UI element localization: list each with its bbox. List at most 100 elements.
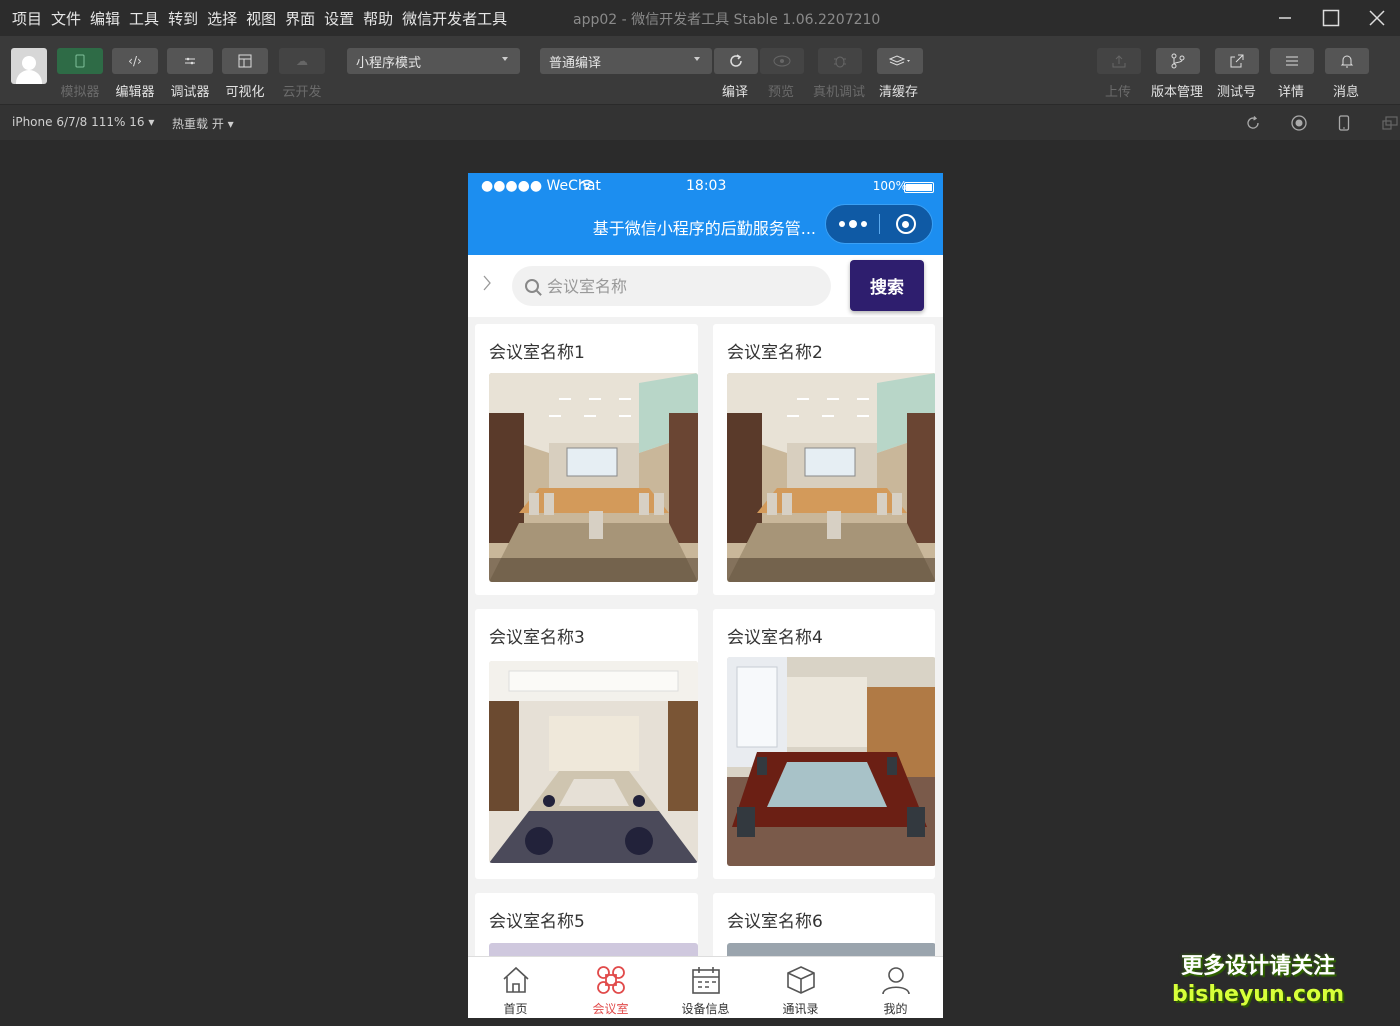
test-id-label: 测试号 — [1217, 85, 1257, 100]
preview-button[interactable] — [760, 48, 804, 74]
visual-button[interactable]: 可视化 — [222, 48, 268, 100]
menu-edit[interactable]: 编辑 — [90, 8, 120, 29]
search-box[interactable] — [512, 266, 831, 306]
code-icon: ‹/› — [112, 48, 158, 74]
maximize-button[interactable] — [1308, 0, 1354, 36]
record-icon[interactable] — [1289, 113, 1309, 133]
menu-interface[interactable]: 界面 — [285, 8, 315, 29]
room-image — [489, 373, 698, 582]
tab-label: 首页 — [503, 1002, 528, 1016]
messages-label: 消息 — [1333, 85, 1360, 100]
room-card[interactable]: 会议室名称1 — [475, 324, 698, 595]
menu-view[interactable]: 视图 — [246, 8, 276, 29]
bell-icon — [1340, 55, 1354, 68]
avatar[interactable] — [11, 48, 47, 84]
tab-label: 设备信息 — [681, 1002, 730, 1016]
room-card[interactable]: 会议室名称5 — [475, 893, 698, 963]
calendar-icon — [691, 967, 720, 994]
mode-select[interactable]: 小程序模式 — [347, 48, 520, 74]
cloud-icon: ☁ — [279, 48, 325, 74]
navigation-bar: 基于微信小程序的后勤服务管... — [468, 199, 943, 255]
search-icon — [525, 279, 539, 293]
menu-goto[interactable]: 转到 — [168, 8, 198, 29]
room-title: 会议室名称3 — [489, 628, 585, 648]
version-button[interactable] — [1156, 48, 1200, 74]
debug-icon — [167, 48, 213, 74]
tab-home[interactable]: 首页 — [468, 957, 563, 1018]
tab-mine[interactable]: 我的 — [848, 957, 943, 1018]
phone-icon — [57, 48, 103, 74]
menu-tools[interactable]: 工具 — [129, 8, 159, 29]
clear-cache-button[interactable] — [877, 48, 923, 74]
search-button[interactable]: 搜索 — [850, 260, 924, 311]
target-icon — [895, 214, 916, 234]
messages-button[interactable] — [1325, 48, 1369, 74]
simulator-button[interactable]: 模拟器 — [57, 48, 103, 100]
hot-reload-toggle[interactable]: 热重载 开 ▾ — [172, 115, 234, 132]
menu-file[interactable]: 文件 — [51, 8, 81, 29]
compile-button[interactable] — [714, 48, 758, 74]
caret-down-icon — [502, 57, 508, 61]
cloud-button[interactable]: ☁ 云开发 — [279, 48, 325, 100]
menu-select[interactable]: 选择 — [207, 8, 237, 29]
menu-settings[interactable]: 设置 — [324, 8, 354, 29]
clear-cache-label: 清缓存 — [879, 85, 919, 100]
cloud-label: 云开发 — [282, 85, 322, 100]
capsule-menu — [825, 204, 933, 244]
upload-label: 上传 — [1105, 85, 1132, 100]
details-button[interactable] — [1270, 48, 1314, 74]
close-icon — [1369, 10, 1385, 26]
tab-contacts[interactable]: 通讯录 — [753, 957, 848, 1018]
debugger-label: 调试器 — [170, 85, 210, 100]
room-card[interactable]: 会议室名称3 — [475, 609, 698, 879]
room-card[interactable]: 会议室名称6 — [713, 893, 935, 963]
real-debug-button[interactable] — [818, 48, 862, 74]
window-title: app02 - 微信开发者工具 Stable 1.06.2207210 — [573, 12, 881, 28]
room-image — [727, 657, 935, 866]
avatar-head — [22, 56, 36, 70]
rotate-icon[interactable] — [1243, 113, 1263, 133]
phone-frame-icon[interactable] — [1334, 113, 1354, 133]
close-button[interactable] — [1354, 0, 1400, 36]
detach-window-icon[interactable] — [1380, 113, 1400, 133]
debugger-button[interactable]: 调试器 — [167, 48, 213, 100]
menu-help[interactable]: 帮助 — [363, 8, 393, 29]
room-title: 会议室名称2 — [727, 343, 823, 363]
menu-project[interactable]: 项目 — [12, 8, 42, 29]
toolbar: 模拟器 ‹/› 编辑器 调试器 可视化 ☁ 云开发 小程序模式 普通编译 编译 … — [0, 36, 1400, 104]
tab-equipment[interactable]: 设备信息 — [658, 957, 753, 1018]
editor-button[interactable]: ‹/› 编辑器 — [112, 48, 158, 100]
chevron-right-icon[interactable] — [482, 273, 492, 297]
status-bar: ●●●●● WeChat 18:03 100% — [468, 173, 943, 199]
avatar-body — [16, 70, 42, 84]
grid-icon — [596, 966, 625, 994]
room-card[interactable]: 会议室名称4 — [713, 609, 935, 879]
close-miniprogram-button[interactable] — [880, 214, 932, 234]
minimize-icon — [1279, 17, 1291, 19]
test-id-button[interactable] — [1215, 48, 1259, 74]
search-input[interactable] — [547, 276, 807, 296]
page-title: 基于微信小程序的后勤服务管... — [592, 219, 816, 238]
room-title: 会议室名称4 — [727, 628, 823, 648]
tab-label: 通讯录 — [782, 1002, 819, 1016]
visual-label: 可视化 — [225, 85, 265, 100]
menu-devtools[interactable]: 微信开发者工具 — [402, 8, 507, 29]
upload-button[interactable] — [1097, 48, 1141, 74]
compile-select[interactable]: 普通编译 — [540, 48, 712, 74]
tab-meeting-room[interactable]: 会议室 — [563, 957, 658, 1018]
minimize-button[interactable] — [1262, 0, 1308, 36]
tab-label: 我的 — [883, 1002, 908, 1016]
mode-select-value: 小程序模式 — [356, 55, 422, 71]
room-card[interactable]: 会议室名称2 — [713, 324, 935, 595]
menu-bar: 项目 文件 编辑 工具 转到 选择 视图 界面 设置 帮助 微信开发者工具 ap… — [0, 0, 1400, 36]
more-icon[interactable] — [826, 220, 879, 228]
room-title: 会议室名称1 — [489, 343, 585, 363]
caret-down-icon — [694, 57, 700, 61]
tab-label: 会议室 — [592, 1002, 629, 1016]
status-time: 18:03 — [686, 178, 727, 194]
device-select[interactable]: iPhone 6/7/8 111% 16 ▾ — [12, 115, 154, 129]
compile-select-value: 普通编译 — [549, 55, 602, 71]
window-controls — [1262, 0, 1400, 36]
preview-label: 预览 — [768, 85, 795, 100]
bug-icon — [834, 56, 846, 68]
